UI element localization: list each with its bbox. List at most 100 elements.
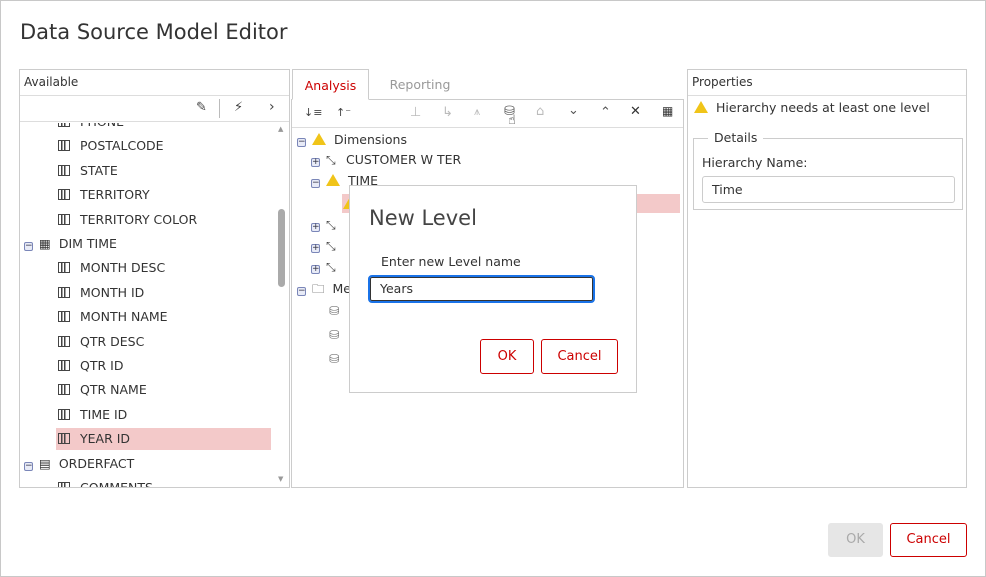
item-label: YEAR ID — [80, 431, 131, 447]
tree-dimension[interactable]: + ⤡ — [311, 214, 346, 236]
delete-icon[interactable]: ✕ — [630, 104, 641, 119]
details-fieldset: Details Hierarchy Name: Time — [693, 130, 963, 210]
item-label: QTR NAME — [80, 382, 147, 398]
tree-measures[interactable]: − 🗀 Me — [297, 278, 351, 300]
available-item[interactable]: TERRITORY — [56, 184, 150, 206]
available-tree: PHONE POSTALCODE STATE TERRITORY TERRITORY C… — [20, 123, 276, 487]
warning-icon — [312, 133, 326, 145]
expand-icon[interactable]: + — [311, 244, 320, 253]
measure-icon[interactable]: ⛁ — [329, 348, 339, 370]
measure-icon[interactable]: ⛁ — [329, 324, 339, 346]
tree-label: Dimensions — [334, 132, 407, 147]
add-hierarchy-icon[interactable]: ↳ — [442, 105, 453, 120]
available-item[interactable]: COMMENTS — [56, 477, 153, 487]
model-toolbar: ↓≡ ↑⁻ ⊥ ↳ ⩚ ⛁ ☝ ⌂ ⌄ ⌃ ✕ ▦ — [292, 100, 683, 128]
collapse-icon[interactable]: − — [297, 138, 306, 147]
available-item[interactable]: QTR ID — [56, 355, 123, 377]
hierarchy-icon: ⤡ — [326, 260, 336, 274]
warning-icon — [694, 101, 708, 113]
properties-warning: Hierarchy needs at least one level — [694, 100, 930, 115]
available-item[interactable]: TIME ID — [56, 404, 127, 426]
details-legend: Details — [708, 130, 764, 145]
available-header: Available — [20, 70, 289, 96]
collapse-icon[interactable]: − — [297, 287, 306, 296]
available-item[interactable]: POSTALCODE — [56, 135, 164, 157]
sort-down-icon[interactable]: ↓≡ — [304, 106, 322, 119]
item-label: TERRITORY — [80, 187, 150, 203]
collapse-icon[interactable]: − — [24, 461, 33, 471]
available-item[interactable]: QTR DESC — [56, 331, 144, 353]
item-label: STATE — [80, 162, 118, 178]
expand-icon[interactable]: + — [311, 223, 320, 232]
dialog-title: New Level — [369, 206, 477, 230]
ok-button[interactable]: OK — [828, 523, 883, 557]
cancel-button[interactable]: Cancel — [890, 523, 967, 557]
column-icon — [58, 360, 70, 371]
sort-up-icon[interactable]: ↑⁻ — [336, 106, 351, 119]
add-dimension-icon[interactable]: ⊥ — [410, 105, 421, 120]
level-name-label: Enter new Level name — [381, 254, 521, 269]
properties-panel: Properties Hierarchy needs at least one … — [687, 69, 967, 488]
tree-customer[interactable]: + ⤡ CUSTOMER W TER — [311, 149, 461, 171]
expand-icon[interactable]: + — [311, 265, 320, 274]
hierarchy-icon: ⤡ — [326, 153, 336, 167]
available-item[interactable]: PHONE — [56, 123, 124, 133]
collapse-icon[interactable]: − — [24, 242, 33, 251]
new-level-dialog: New Level Enter new Level name Years OK … — [349, 185, 637, 393]
hand-cursor-icon: ☝ — [508, 113, 516, 128]
tree-dimension[interactable]: + ⤡ — [311, 256, 346, 278]
warning-text: Hierarchy needs at least one level — [716, 100, 930, 115]
available-item[interactable]: TERRITORY COLOR — [56, 209, 197, 231]
item-label: MONTH NAME — [80, 309, 168, 325]
column-icon — [58, 189, 70, 201]
calculated-column-icon[interactable]: ⚡ — [234, 100, 243, 115]
item-label: POSTALCODE — [80, 138, 164, 154]
fact-table-icon: ▤ — [39, 455, 51, 471]
item-label: DIM TIME — [58, 236, 117, 251]
clear-grid-icon[interactable]: ▦ — [662, 104, 673, 118]
item-label: TIME ID — [80, 406, 128, 422]
edit-icon[interactable]: ✎ — [196, 100, 207, 115]
available-item[interactable]: QTR NAME — [56, 379, 147, 401]
level-name-input[interactable]: Years — [368, 275, 595, 303]
column-icon — [58, 123, 70, 127]
item-label: MONTH ID — [80, 284, 145, 300]
hierarchy-tree-icon[interactable]: ⩚ — [474, 105, 480, 119]
available-panel: Available ✎ ⚡ › PHONE POSTALCODE STATE TERR… — [19, 69, 290, 488]
column-icon — [58, 384, 70, 396]
table-icon: ▦ — [39, 236, 51, 251]
column-icon — [58, 164, 70, 176]
move-up-icon[interactable]: ⌃ — [600, 105, 611, 120]
collapse-icon[interactable]: − — [311, 179, 320, 188]
item-label: MONTH DESC — [80, 260, 166, 276]
expand-icon[interactable]: + — [311, 158, 320, 167]
available-item[interactable]: STATE — [56, 160, 118, 182]
dialog-cancel-button[interactable]: Cancel — [541, 339, 618, 374]
available-scrollbar[interactable]: ▲ ▼ — [275, 123, 287, 487]
tab-reporting[interactable]: Reporting — [380, 69, 460, 100]
move-down-icon[interactable]: ⌄ — [568, 103, 579, 118]
item-label: TERRITORY COLOR — [80, 211, 198, 227]
tab-analysis[interactable]: Analysis — [292, 69, 369, 100]
chevron-right-icon[interactable]: › — [269, 99, 275, 115]
item-label: QTR DESC — [80, 333, 145, 349]
scrollbar-thumb[interactable] — [278, 209, 285, 287]
available-item[interactable]: MONTH DESC — [56, 257, 165, 279]
tree-label: CUSTOMER W TER — [346, 152, 462, 167]
column-icon — [58, 286, 70, 298]
available-item[interactable]: − ▦ DIM TIME — [24, 233, 117, 255]
hierarchy-name-label: Hierarchy Name: — [702, 155, 808, 170]
toolbar-divider — [219, 99, 220, 118]
available-item[interactable]: − ▤ ORDERFACT — [24, 453, 134, 475]
tree-dimensions[interactable]: − Dimensions — [297, 129, 407, 151]
tag-icon[interactable]: ⌂ — [536, 104, 544, 119]
hierarchy-name-input[interactable]: Time — [702, 176, 955, 203]
available-item[interactable]: MONTH ID — [56, 282, 144, 304]
available-item[interactable]: MONTH NAME — [56, 306, 168, 328]
properties-header: Properties — [688, 70, 966, 96]
tree-dimension[interactable]: + ⤡ — [311, 235, 346, 257]
item-label: ORDERFACT — [58, 455, 135, 471]
available-item[interactable]: YEAR ID — [56, 428, 271, 451]
measure-icon[interactable]: ⛁ — [329, 300, 339, 322]
dialog-ok-button[interactable]: OK — [480, 339, 534, 374]
